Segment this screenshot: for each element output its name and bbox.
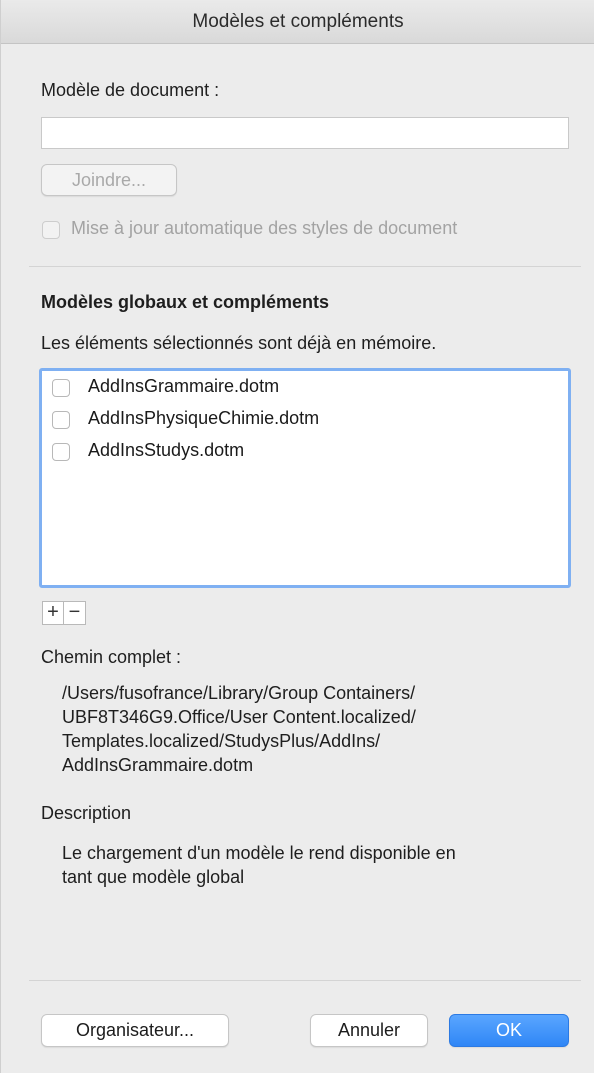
footer-divider: [29, 980, 581, 981]
item-checkbox[interactable]: [52, 411, 70, 429]
full-path-label: Chemin complet :: [41, 647, 182, 667]
item-label: AddInsStudys.dotm: [88, 440, 245, 460]
full-path-value: /Users/fusofrance/Library/Group Containe…: [62, 681, 572, 777]
templates-addins-dialog: Modèles et compléments Modèle de documen…: [0, 0, 594, 1073]
auto-update-checkbox[interactable]: [42, 221, 60, 239]
organizer-button[interactable]: Organisateur...: [41, 1014, 229, 1047]
path-line: Templates.localized/StudysPlus/AddIns/: [62, 731, 381, 751]
document-template-field[interactable]: [41, 117, 569, 149]
description-line: Le chargement d'un modèle le rend dispon…: [62, 843, 456, 863]
section-divider: [29, 266, 581, 267]
item-checkbox[interactable]: [52, 443, 70, 461]
cancel-button[interactable]: Annuler: [310, 1014, 428, 1047]
path-line: UBF8T346G9.Office/User Content.localized…: [62, 707, 416, 727]
global-templates-heading: Modèles globaux et compléments: [41, 292, 330, 312]
description-line: tant que modèle global: [62, 867, 245, 887]
description-value: Le chargement d'un modèle le rend dispon…: [62, 841, 572, 889]
global-templates-list[interactable]: AddInsGrammaire.dotm AddInsPhysiqueChimi…: [39, 368, 571, 588]
auto-update-label: Mise à jour automatique des styles de do…: [71, 218, 458, 238]
path-line: /Users/fusofrance/Library/Group Containe…: [62, 683, 416, 703]
attach-button[interactable]: Joindre...: [41, 164, 177, 196]
ok-button[interactable]: OK: [449, 1014, 569, 1047]
description-label: Description: [41, 803, 132, 823]
item-label: AddInsGrammaire.dotm: [88, 376, 280, 396]
remove-template-button[interactable]: −: [64, 601, 86, 625]
path-line: AddInsGrammaire.dotm: [62, 755, 254, 775]
add-template-button[interactable]: +: [42, 601, 64, 625]
item-label: AddInsPhysiqueChimie.dotm: [88, 408, 320, 428]
item-checkbox[interactable]: [52, 379, 70, 397]
document-template-label: Modèle de document :: [41, 80, 220, 100]
dialog-title: Modèles et compléments: [1, 0, 594, 44]
global-templates-note: Les éléments sélectionnés sont déjà en m…: [41, 333, 437, 353]
